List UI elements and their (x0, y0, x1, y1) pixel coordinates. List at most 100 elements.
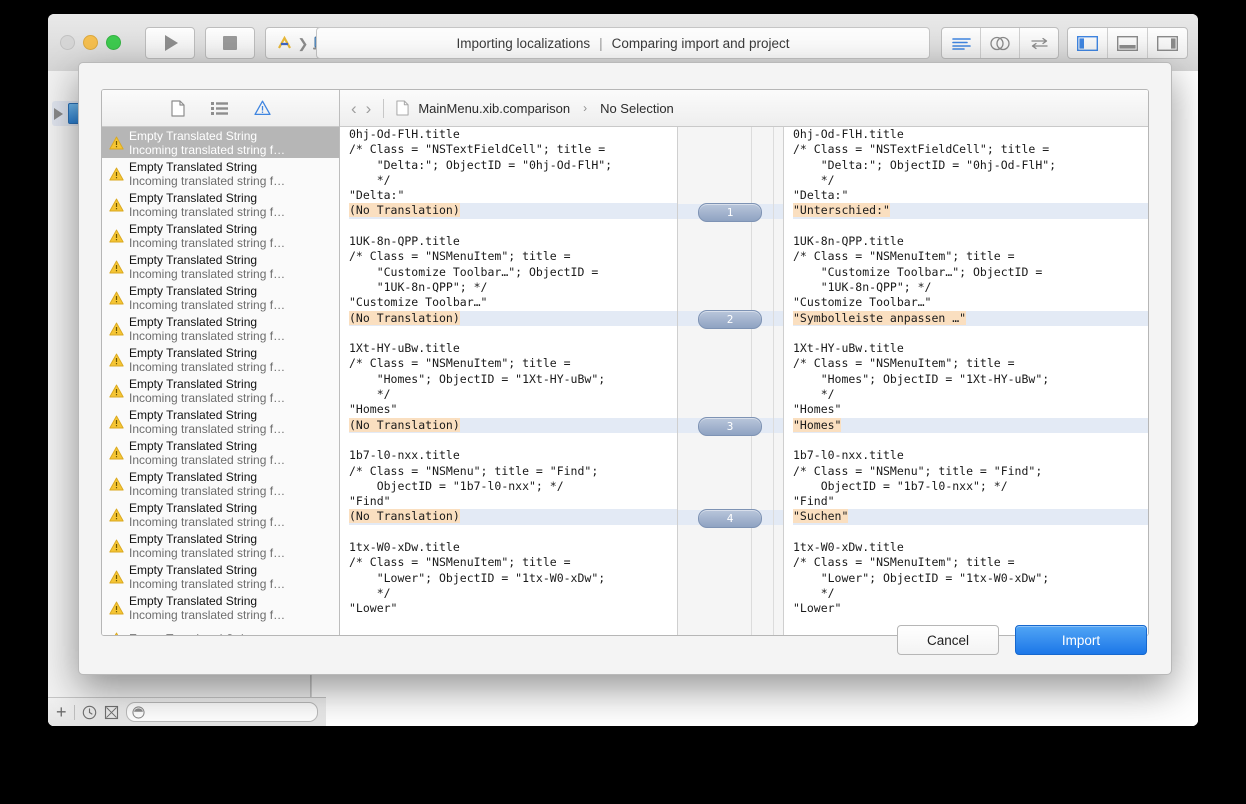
window-controls[interactable] (60, 35, 121, 50)
file-icon[interactable] (171, 100, 185, 117)
diff-badge[interactable]: 3 (698, 417, 762, 436)
issue-row[interactable]: Empty Translated String (102, 623, 339, 635)
warning-triangle-icon (109, 229, 124, 243)
diff-block-gap (349, 326, 677, 341)
diff-comment-line: "1UK-8n-QPP"; */ (349, 280, 677, 295)
issue-row[interactable]: Empty Translated StringIncoming translat… (102, 530, 339, 561)
issue-row[interactable]: Empty Translated StringIncoming translat… (102, 158, 339, 189)
issue-title: Empty Translated String (129, 439, 285, 453)
debug-area-toggle-button[interactable] (1108, 28, 1148, 58)
diff-source: "Find" (793, 494, 1148, 509)
diff-comment-line: "Delta:"; ObjectID = "0hj-Od-FlH"; (793, 158, 1148, 173)
standard-editor-button[interactable] (942, 28, 981, 58)
diff-comment-line: "Homes"; ObjectID = "1Xt-HY-uBw"; (793, 372, 1148, 387)
clock-icon[interactable] (82, 705, 97, 720)
diff-key: 1b7-l0-nxx.title (349, 448, 677, 463)
close-window-button[interactable] (60, 35, 75, 50)
diff-gutter[interactable]: 1 2 3 4 (677, 127, 784, 635)
issue-subtitle: Incoming translated string f… (129, 360, 285, 374)
issue-row[interactable]: Empty Translated StringIncoming translat… (102, 406, 339, 437)
issue-row[interactable]: Empty Translated StringIncoming translat… (102, 189, 339, 220)
diff-comment-line: "Lower"; ObjectID = "1tx-W0-xDw"; (793, 571, 1148, 586)
diff-badge[interactable]: 1 (698, 203, 762, 222)
diff-translation[interactable]: (No Translation) (349, 418, 677, 433)
view-toggles-segmented-control[interactable] (1067, 27, 1188, 59)
diff-source: "Find" (349, 494, 677, 509)
issue-subtitle: Incoming translated string f… (129, 577, 285, 591)
issue-row[interactable]: Empty Translated StringIncoming translat… (102, 251, 339, 282)
issue-subtitle: Incoming translated string f… (129, 453, 285, 467)
minimize-window-button[interactable] (83, 35, 98, 50)
zoom-window-button[interactable] (106, 35, 121, 50)
issue-row[interactable]: Empty Translated StringIncoming translat… (102, 468, 339, 499)
diff-key: 1Xt-HY-uBw.title (793, 341, 1148, 356)
diff-badge[interactable]: 2 (698, 310, 762, 329)
diff-key: 1UK-8n-QPP.title (349, 234, 677, 249)
issue-row[interactable]: Empty Translated StringIncoming translat… (102, 313, 339, 344)
warning-icon[interactable] (254, 100, 271, 116)
diff-block: 0hj-Od-FlH.title/* Class = "NSTextFieldC… (793, 127, 1148, 234)
diff-pane-left[interactable]: 0hj-Od-FlH.title/* Class = "NSTextFieldC… (340, 127, 677, 635)
issue-row[interactable]: Empty Translated StringIncoming translat… (102, 499, 339, 530)
diff-translation[interactable]: "Suchen" (793, 509, 1148, 524)
assistant-editor-button[interactable] (981, 28, 1020, 58)
disclosure-triangle-icon[interactable] (54, 108, 63, 120)
diff-pane-right[interactable]: 0hj-Od-FlH.title/* Class = "NSTextFieldC… (784, 127, 1148, 635)
filter-circle-icon (132, 706, 145, 719)
jump-bar[interactable]: ‹ › MainMenu.xib.comparison › No Selecti… (340, 90, 1148, 127)
issue-title: Empty Translated String (129, 346, 285, 360)
import-button[interactable]: Import (1015, 625, 1147, 655)
list-icon[interactable] (211, 101, 228, 116)
warning-triangle-icon (109, 198, 124, 212)
warning-triangle-icon (109, 508, 124, 522)
warning-triangle-icon (109, 291, 124, 305)
issue-row[interactable]: Empty Translated StringIncoming translat… (102, 282, 339, 313)
back-button[interactable]: ‹ (351, 100, 357, 117)
breadcrumb-selection[interactable]: No Selection (600, 101, 674, 116)
diff-comment-line: */ (793, 173, 1148, 188)
diff-comment-line: */ (793, 586, 1148, 601)
breadcrumb-file[interactable]: MainMenu.xib.comparison (418, 101, 570, 116)
diff-translation[interactable]: "Symbolleiste anpassen …" (793, 311, 1148, 326)
diff-translation[interactable]: (No Translation) (349, 203, 677, 218)
issue-navigator-header[interactable] (102, 90, 339, 127)
version-editor-button[interactable] (1020, 28, 1058, 58)
issue-row[interactable]: Empty Translated StringIncoming translat… (102, 561, 339, 592)
issue-subtitle: Incoming translated string f… (129, 143, 285, 157)
issue-row[interactable]: Empty Translated StringIncoming translat… (102, 344, 339, 375)
no-symbol-icon[interactable] (104, 705, 119, 720)
diff-comment-line: /* Class = "NSMenuItem"; title = (793, 356, 1148, 371)
warning-triangle-icon (109, 322, 124, 336)
issue-row[interactable]: Empty Translated StringIncoming translat… (102, 375, 339, 406)
issue-row[interactable]: Empty Translated StringIncoming translat… (102, 220, 339, 251)
utilities-toggle-button[interactable] (1148, 28, 1187, 58)
diff-translation[interactable]: (No Translation) (349, 509, 677, 524)
editor-mode-segmented-control[interactable] (941, 27, 1059, 59)
stop-button[interactable] (205, 27, 255, 59)
navigator-toggle-button[interactable] (1068, 28, 1108, 58)
navigator-filter-bar[interactable]: + (48, 697, 326, 726)
diff-block-gap (349, 433, 677, 448)
issue-title: Empty Translated String (129, 594, 285, 608)
issue-list[interactable]: Empty Translated StringIncoming translat… (102, 127, 339, 635)
cancel-button[interactable]: Cancel (897, 625, 999, 655)
add-button[interactable]: + (56, 703, 67, 721)
issue-row[interactable]: Empty Translated StringIncoming translat… (102, 437, 339, 468)
diff-translation[interactable]: "Homes" (793, 418, 1148, 433)
diff-key: 1tx-W0-xDw.title (349, 540, 677, 555)
sheet-content-area: Empty Translated StringIncoming translat… (101, 89, 1149, 636)
filter-input[interactable] (126, 702, 318, 722)
warning-triangle-icon (109, 570, 124, 584)
warning-triangle-icon (109, 477, 124, 491)
run-button[interactable] (145, 27, 195, 59)
diff-translation[interactable]: (No Translation) (349, 311, 677, 326)
issue-row[interactable]: Empty Translated StringIncoming translat… (102, 592, 339, 623)
diff-comment-line: /* Class = "NSMenuItem"; title = (349, 555, 677, 570)
forward-button[interactable]: › (366, 100, 372, 117)
diff-translation[interactable]: "Unterschied:" (793, 203, 1148, 218)
version-editor-icon (1029, 37, 1050, 50)
diff-key: 1UK-8n-QPP.title (793, 234, 1148, 249)
diff-badge[interactable]: 4 (698, 509, 762, 528)
diff-block: 0hj-Od-FlH.title/* Class = "NSTextFieldC… (349, 127, 677, 234)
issue-row[interactable]: Empty Translated StringIncoming translat… (102, 127, 339, 158)
